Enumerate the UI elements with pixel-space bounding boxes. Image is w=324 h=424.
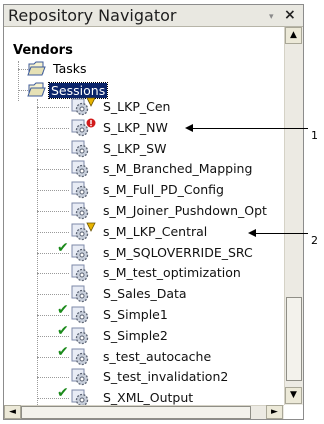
tree-connector [37, 148, 69, 150]
session-gear-icon [71, 244, 89, 261]
session-item[interactable]: s_M_test_optimization [4, 263, 285, 283]
tree-connector [37, 294, 69, 296]
session-item[interactable]: ✔ s_test_autocache [4, 343, 285, 367]
session-label: S_Sales_Data [103, 286, 187, 302]
session-gear-icon [71, 327, 89, 344]
session-label: s_M_test_optimization [103, 265, 241, 281]
vertical-scroll-thumb[interactable] [286, 297, 302, 381]
session-label: S_LKP_NW [103, 119, 168, 135]
callout-line [255, 233, 308, 234]
folder-tasks[interactable]: Tasks [51, 61, 89, 76]
tree-connector [37, 107, 69, 108]
callout-line [192, 128, 308, 129]
checked-in-icon: ✔ [57, 239, 69, 256]
scroll-right-button[interactable]: ► [266, 405, 283, 419]
repository-tree: Vendors Tasks Sessions S_LKP_Cen S_LKP_NW… [4, 27, 285, 405]
session-gear-icon [71, 140, 89, 157]
session-item[interactable]: S_test_invalidation2 [4, 367, 285, 387]
session-item[interactable]: ✔ S_Simple1 [4, 302, 285, 325]
session-gear-icon [71, 306, 89, 324]
session-item[interactable]: ✔ S_XML_Output [4, 385, 285, 405]
callout-number-1: 1 [311, 129, 318, 142]
repository-navigator-panel: Repository Navigator ▾ × Vendors Tasks S… [3, 4, 304, 420]
session-label: S_XML_Output [103, 390, 194, 405]
session-label: s_M_Joiner_Pushdown_Opt [103, 203, 267, 218]
warning-icon [86, 222, 96, 232]
tree-connector [37, 377, 69, 379]
session-label: s_M_LKP_Central [103, 223, 208, 239]
checked-in-icon: ✔ [57, 322, 69, 339]
session-item[interactable]: s_M_Branched_Mapping [4, 159, 285, 179]
session-label: S_LKP_SW [103, 140, 167, 156]
tree-connector [37, 190, 69, 192]
folder-open-icon [27, 82, 46, 97]
scroll-up-button[interactable]: ▲ [285, 27, 302, 44]
session-label: S_test_invalidation2 [103, 369, 229, 385]
session-item[interactable]: S_LKP_Cen [4, 97, 285, 117]
tree-connector [18, 61, 19, 101]
session-gear-icon [71, 348, 89, 365]
session-label: S_Simple1 [103, 307, 168, 322]
tree-connector [37, 127, 69, 129]
session-item[interactable]: S_Sales_Data [4, 284, 285, 304]
session-label: S_Simple2 [103, 327, 168, 343]
session-gear-icon [71, 160, 89, 178]
session-gear-icon [71, 264, 89, 282]
session-item[interactable]: ✔ S_Simple2 [4, 322, 285, 346]
panel-title: Repository Navigator [8, 6, 177, 25]
tree-connector [37, 211, 69, 212]
horizontal-scroll-thumb[interactable] [21, 406, 251, 419]
session-item[interactable]: s_M_Joiner_Pushdown_Opt [4, 201, 285, 221]
warning-icon [86, 97, 96, 107]
tree-root-vendors[interactable]: Vendors [13, 43, 73, 58]
close-icon[interactable]: × [284, 7, 296, 23]
session-item[interactable]: ✔ s_M_SQLOVERRIDE_SRC [4, 239, 285, 263]
callout-number-2: 2 [311, 234, 318, 247]
scroll-left-button[interactable]: ◄ [4, 405, 21, 419]
panel-menu-icon[interactable]: ▾ [269, 12, 274, 22]
folder-sessions[interactable]: Sessions [47, 82, 109, 99]
scroll-down-button[interactable]: ▼ [285, 387, 302, 404]
session-gear-icon [71, 285, 89, 303]
session-label: s_test_autocache [103, 348, 212, 364]
session-gear-icon [71, 368, 89, 386]
checked-in-icon: ✔ [57, 385, 69, 402]
session-item[interactable]: s_M_LKP_Central [4, 222, 285, 242]
error-icon [86, 118, 96, 128]
session-label: s_M_SQLOVERRIDE_SRC [103, 244, 253, 260]
session-label: s_M_Full_PD_Config [103, 182, 224, 198]
tree-connector [37, 273, 69, 275]
session-item[interactable]: s_M_Full_PD_Config [4, 180, 285, 200]
session-label: s_M_Branched_Mapping [103, 161, 253, 177]
session-gear-icon [71, 181, 89, 199]
folder-icon [27, 61, 46, 76]
session-label: S_LKP_Cen [103, 99, 171, 114]
vertical-scrollbar[interactable]: ▲ ▼ [284, 27, 303, 405]
session-item[interactable]: S_LKP_SW [4, 139, 285, 159]
checked-in-icon: ✔ [57, 343, 69, 360]
tree-connector [37, 169, 69, 171]
session-gear-icon [71, 202, 89, 220]
panel-titlebar: Repository Navigator ▾ × [4, 5, 303, 27]
tree-connector [37, 231, 69, 233]
checked-in-icon: ✔ [57, 302, 69, 318]
session-gear-icon [71, 389, 89, 405]
horizontal-scrollbar[interactable]: ◄ ► [4, 405, 284, 419]
